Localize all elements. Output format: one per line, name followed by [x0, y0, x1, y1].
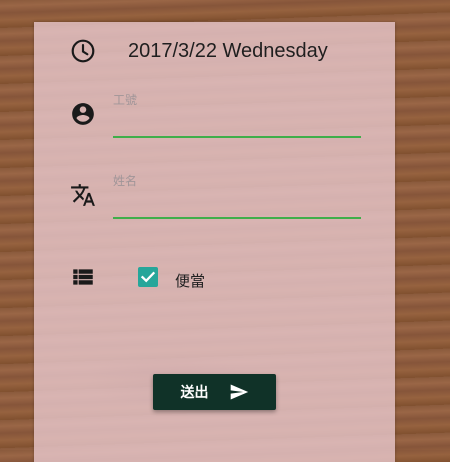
translate-icon [70, 182, 96, 208]
send-icon [230, 384, 248, 400]
list-icon [70, 264, 96, 290]
account-circle-icon [70, 101, 96, 127]
employee-id-input[interactable] [113, 108, 361, 138]
name-label: 姓名 [113, 174, 138, 188]
name-field: 姓名 [113, 173, 361, 219]
lunchbox-checkbox[interactable] [138, 267, 158, 287]
employee-id-label: 工號 [113, 93, 138, 107]
lunchbox-label[interactable]: 便當 [175, 270, 205, 291]
submit-label: 送出 [180, 384, 209, 400]
employee-id-field: 工號 [113, 92, 361, 138]
name-input[interactable] [113, 189, 361, 219]
form-card: 2017/3/22 Wednesday 工號 姓名 便當 送出 [34, 22, 395, 462]
date-display: 2017/3/22 Wednesday [128, 40, 328, 62]
submit-button[interactable]: 送出 [153, 374, 276, 410]
clock-icon [70, 38, 96, 64]
